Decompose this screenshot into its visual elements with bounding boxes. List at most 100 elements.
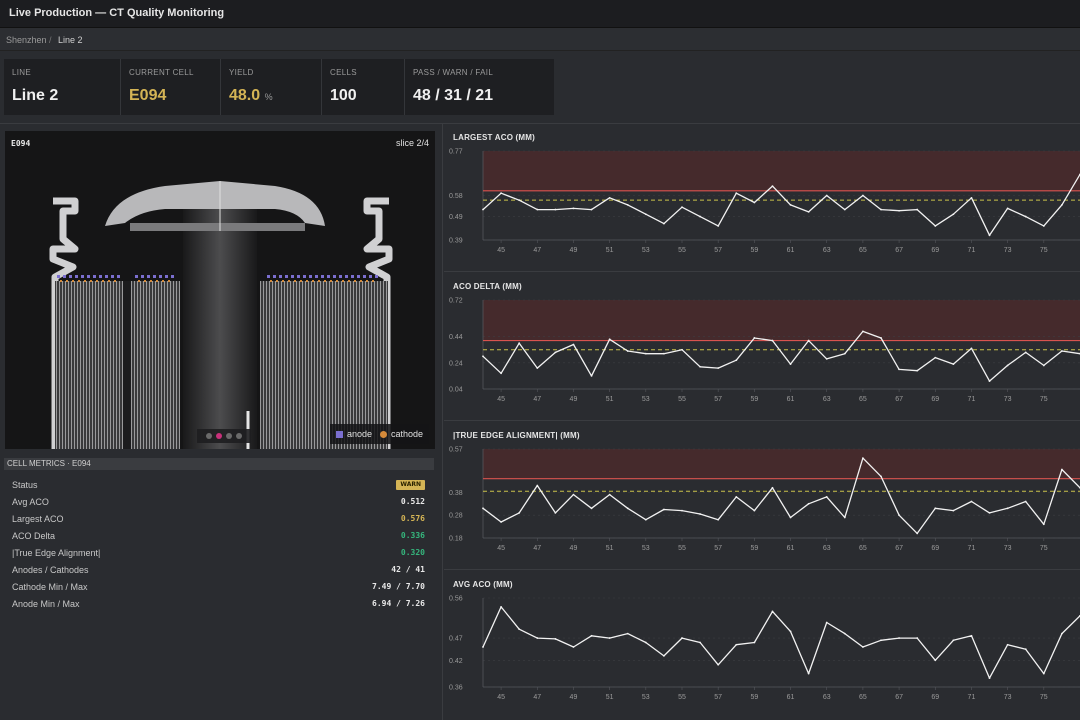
data-point — [681, 637, 683, 639]
data-point — [807, 210, 810, 213]
data-point — [1006, 507, 1009, 510]
x-tick-label: 49 — [570, 247, 578, 254]
data-point — [482, 646, 484, 648]
data-point — [880, 639, 882, 642]
data-point — [717, 663, 720, 666]
x-tick-label: 61 — [787, 545, 795, 552]
metric-value: 6.94 / 7.26 — [372, 599, 425, 608]
data-point — [916, 208, 919, 211]
data-point — [681, 509, 683, 512]
x-tick-label: 47 — [533, 396, 541, 403]
data-point — [735, 192, 738, 195]
breadcrumb-site[interactable]: Shenzhen — [6, 35, 47, 45]
series-line — [482, 606, 1080, 679]
ct-image-viewer[interactable]: E094 slice 2/4 anode cathode — [5, 131, 435, 449]
metric-value: 42 / 41 — [391, 565, 425, 574]
y-tick-label: 0.58 — [449, 193, 463, 200]
data-point — [952, 213, 955, 216]
data-point — [1061, 203, 1063, 206]
data-point — [518, 511, 521, 514]
kpi-current-cell: CURRENT CELL E094 — [121, 59, 221, 115]
y-tick-label: 0.24 — [449, 360, 463, 367]
data-point — [843, 352, 846, 355]
data-point — [717, 225, 720, 227]
data-point — [536, 367, 539, 369]
data-point — [898, 637, 900, 639]
legend-item-cathode: cathode — [379, 429, 423, 439]
breadcrumb-separator: / — [49, 35, 52, 45]
window-title: Live Production — CT Quality Monitoring — [9, 7, 225, 19]
x-tick-label: 55 — [678, 694, 686, 701]
kpi-value: 100 — [330, 87, 357, 104]
x-tick-label: 45 — [497, 396, 505, 403]
breadcrumb-line: Line 2 — [58, 35, 83, 45]
data-point — [518, 199, 521, 202]
x-tick-label: 63 — [823, 545, 831, 552]
x-tick-label: 65 — [859, 694, 867, 701]
slice-dot[interactable] — [206, 433, 212, 439]
chart-plot[interactable]: 0.72 0.44 0.24 0.04 45 47 49 51 53 55 57 59 61 63 65 67… — [444, 273, 1080, 421]
x-tick-label: 59 — [750, 545, 758, 552]
data-point — [1061, 350, 1063, 352]
data-point — [1042, 225, 1045, 227]
y-tick-label: 0.44 — [449, 334, 463, 341]
data-point — [699, 215, 701, 218]
data-point — [1006, 643, 1009, 646]
data-point — [554, 351, 557, 354]
x-tick-label: 69 — [931, 694, 939, 701]
slice-dot-active[interactable] — [216, 433, 222, 439]
x-tick-label: 61 — [787, 247, 795, 254]
data-point — [572, 493, 575, 496]
data-point — [1061, 468, 1063, 471]
data-point — [1006, 207, 1009, 210]
x-tick-label: 47 — [533, 247, 541, 254]
kpi-value: Line 2 — [12, 87, 59, 104]
data-point — [862, 457, 864, 460]
kpi-line: LINE Line 2 — [4, 59, 121, 115]
fail-zone — [483, 151, 1080, 191]
x-tick-label: 57 — [714, 694, 722, 701]
data-point — [952, 363, 955, 366]
data-point — [699, 641, 701, 644]
metric-value: 7.49 / 7.70 — [372, 582, 425, 591]
y-tick-label: 0.36 — [449, 685, 463, 692]
cell-metrics-table: Status WARN Avg ACO 0.512 Largest ACO 0.… — [4, 476, 434, 612]
kpi-label: CELLS — [330, 68, 357, 77]
data-point — [843, 632, 846, 635]
slice-indicator: slice 2/4 — [395, 138, 429, 148]
y-tick-label: 0.18 — [449, 536, 463, 543]
chart-plot[interactable]: 0.77 0.58 0.49 0.39 45 47 49 51 53 55 57 59 61 63 65 67… — [444, 124, 1080, 272]
metric-label: Cathode Min / Max — [12, 582, 88, 592]
kpi-yield-unit: % — [264, 92, 273, 102]
x-tick-label: 59 — [750, 694, 758, 701]
data-point — [681, 348, 683, 351]
kpi-value: 48.0 % — [229, 87, 273, 105]
data-point — [518, 342, 521, 345]
data-point — [807, 339, 810, 342]
slice-dot[interactable] — [236, 433, 242, 439]
metric-row: Largest ACO 0.576 — [4, 510, 434, 527]
metric-value: 0.320 — [400, 548, 425, 557]
chart-plot[interactable]: 0.56 0.47 0.42 0.36 45 47 49 51 53 55 57 59 61 63 65 67… — [444, 571, 1080, 719]
chart-plot[interactable]: 0.57 0.38 0.28 0.18 45 47 49 51 53 55 57 59 61 63 65 67… — [444, 422, 1080, 570]
data-point — [626, 350, 629, 352]
x-tick-label: 53 — [642, 247, 650, 254]
x-tick-label: 67 — [895, 545, 903, 552]
metric-label: ACO Delta — [12, 531, 56, 541]
x-tick-label: 51 — [606, 694, 614, 701]
x-tick-label: 45 — [497, 247, 505, 254]
x-tick-label: 53 — [642, 396, 650, 403]
chart-aco-delta: ACO DELTA (MM) 0.72 0.44 0.24 0.04 45 47 49 51 5… — [444, 273, 1080, 421]
y-tick-label: 0.42 — [449, 658, 463, 665]
data-point — [753, 509, 756, 512]
data-point — [898, 209, 900, 212]
chart-true-edge-alignment: |TRUE EDGE ALIGNMENT| (MM) 0.57 0.38 0.28 0… — [444, 422, 1080, 570]
data-point — [843, 208, 846, 211]
kpi-value: 48 / 31 / 21 — [413, 87, 494, 104]
y-tick-label: 0.39 — [449, 238, 463, 245]
metric-value: 0.512 — [400, 497, 425, 506]
slice-pager[interactable] — [197, 429, 251, 443]
x-tick-label: 71 — [968, 247, 976, 254]
slice-dot[interactable] — [226, 433, 232, 439]
x-tick-label: 51 — [606, 247, 614, 254]
